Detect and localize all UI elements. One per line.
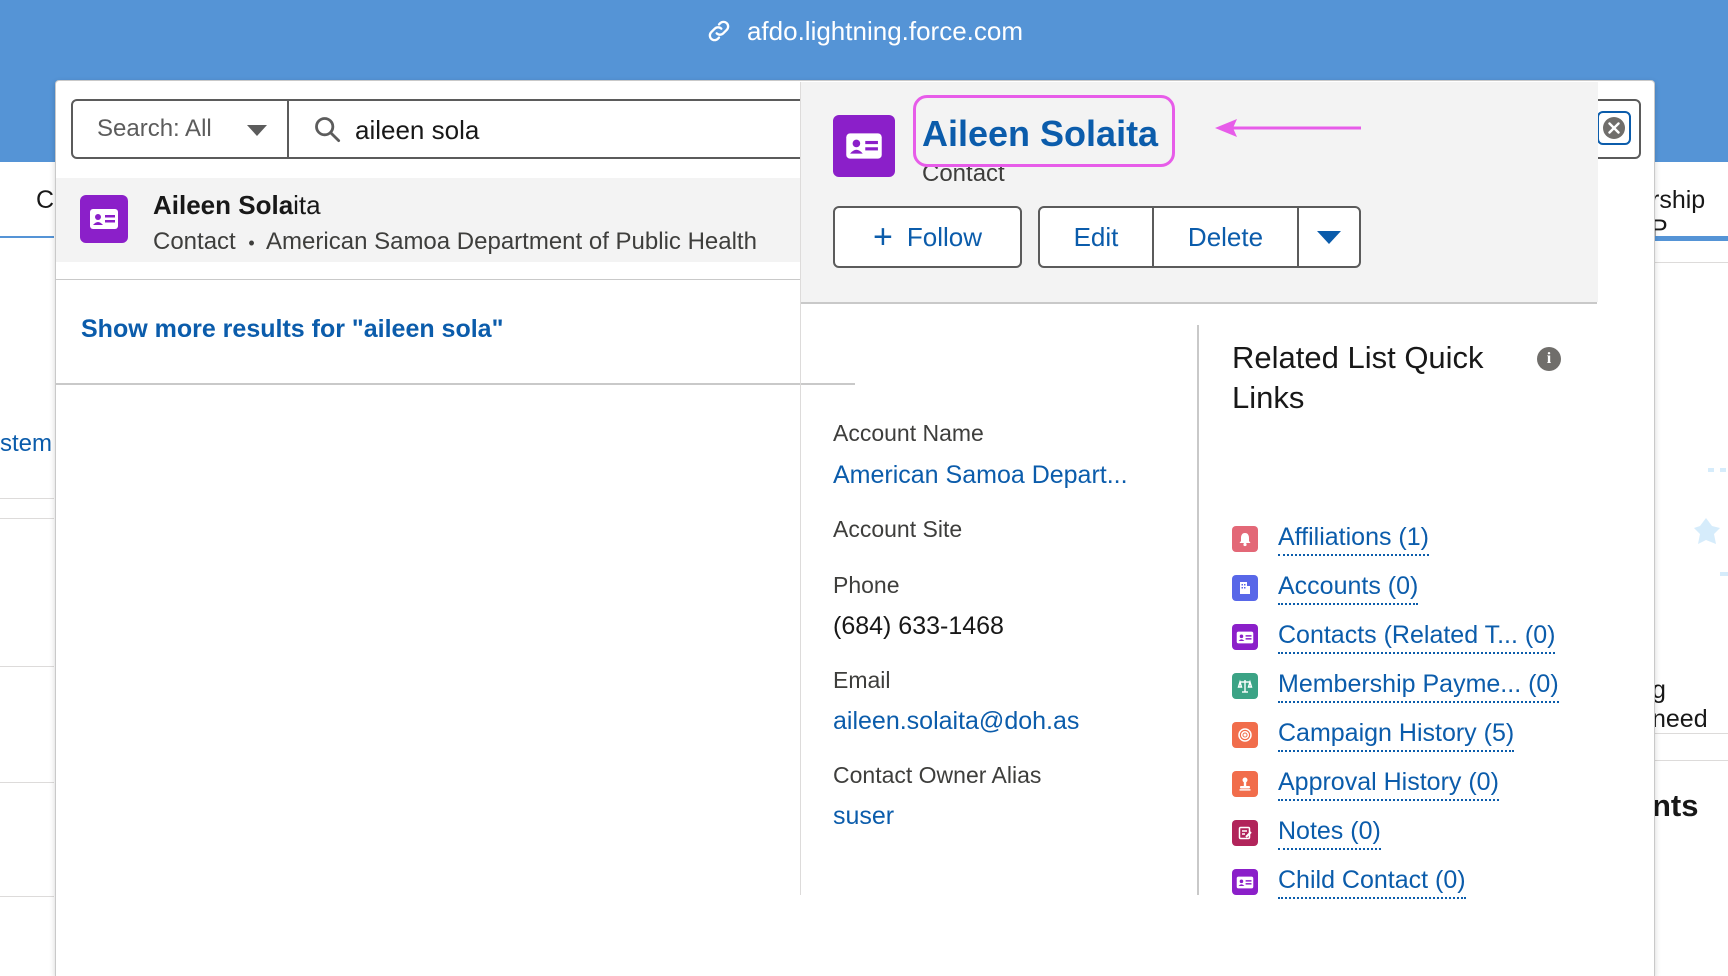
divider xyxy=(56,383,855,385)
result-type: Contact xyxy=(153,228,236,255)
contact-icon xyxy=(1232,624,1258,650)
related-link-contacts[interactable]: Contacts (Related T... (0) xyxy=(1232,619,1556,655)
building-icon xyxy=(1232,575,1258,601)
contact-icon xyxy=(1232,869,1258,895)
background-divider xyxy=(0,782,54,783)
phone-value: (684) 633-1468 xyxy=(833,612,1004,640)
info-icon[interactable]: i xyxy=(1537,347,1561,371)
related-link-accounts[interactable]: Accounts (0) xyxy=(1232,570,1419,606)
browser-url: afdo.lightning.force.com xyxy=(746,15,1024,46)
phone-label: Phone xyxy=(833,572,900,598)
background-link-fragment[interactable]: stem xyxy=(0,430,52,458)
related-link-child-contact[interactable]: Child Contact (0) xyxy=(1232,864,1466,900)
contact-icon xyxy=(80,195,128,243)
related-list-title: Related List Quick Links xyxy=(1232,340,1484,415)
result-name-match: Aileen Sola xyxy=(153,190,294,220)
related-link-label: Contacts (Related T... (0) xyxy=(1278,621,1556,654)
related-link-membership-payments[interactable]: Membership Payme... (0) xyxy=(1232,668,1559,704)
background-tab-underline xyxy=(1652,236,1728,241)
chevron-down-icon xyxy=(247,125,267,136)
chevron-down-icon xyxy=(1317,230,1341,244)
edit-button[interactable]: Edit xyxy=(1038,206,1154,268)
scales-icon xyxy=(1232,673,1258,699)
browser-url-bar[interactable]: afdo.lightning.force.com xyxy=(0,0,1728,62)
annotation-highlight-box xyxy=(913,95,1175,167)
background-divider xyxy=(0,896,54,897)
owner-alias-label: Contact Owner Alias xyxy=(833,762,1042,788)
related-link-campaign-history[interactable]: Campaign History (5) xyxy=(1232,717,1515,753)
close-icon xyxy=(1603,117,1625,139)
column-divider xyxy=(1197,325,1199,895)
show-more-results-link[interactable]: Show more results for "aileen sola" xyxy=(81,315,503,344)
result-name-rest: ita xyxy=(293,190,321,220)
target-icon xyxy=(1232,722,1258,748)
search-result-item[interactable]: Aileen Solaita Contact • American Samoa … xyxy=(56,178,855,262)
link-icon xyxy=(708,20,730,42)
illustration-decoration xyxy=(1694,468,1728,576)
related-link-label: Membership Payme... (0) xyxy=(1278,670,1559,703)
plus-icon: + xyxy=(873,218,893,256)
result-separator: • xyxy=(248,233,255,253)
related-link-label: Notes (0) xyxy=(1278,817,1381,850)
divider xyxy=(56,279,855,280)
related-link-label: Accounts (0) xyxy=(1278,572,1419,605)
search-icon xyxy=(315,117,341,143)
follow-button-label: Follow xyxy=(906,221,982,252)
background-heading-fragment: nts xyxy=(1652,788,1699,823)
related-link-notes[interactable]: Notes (0) xyxy=(1232,815,1381,851)
background-text-fragment: g need xyxy=(1652,676,1708,733)
background-divider xyxy=(1652,760,1728,761)
divider xyxy=(800,302,1597,304)
annotation-arrow-icon xyxy=(1215,119,1361,137)
background-tab-fragment: C xyxy=(36,186,55,214)
background-left-card xyxy=(0,238,54,499)
stamp-icon xyxy=(1232,771,1258,797)
search-scope-dropdown[interactable]: Search: All xyxy=(73,101,289,157)
clear-search-button[interactable] xyxy=(1597,111,1631,145)
result-subtitle: Contact • American Samoa Department of P… xyxy=(153,228,757,256)
background-divider xyxy=(0,518,54,519)
related-link-label: Approval History (0) xyxy=(1278,768,1499,801)
related-link-affiliations[interactable]: Affiliations (1) xyxy=(1232,521,1429,557)
note-icon xyxy=(1232,820,1258,846)
account-site-label: Account Site xyxy=(833,516,963,542)
follow-button[interactable]: + Follow xyxy=(833,206,1022,268)
account-name-link[interactable]: American Samoa Depart... xyxy=(833,461,1128,490)
search-scope-label: Search: All xyxy=(97,115,212,142)
related-link-label: Affiliations (1) xyxy=(1278,523,1429,556)
owner-alias-link[interactable]: suser xyxy=(833,802,894,831)
email-link[interactable]: aileen.solaita@doh.as xyxy=(833,707,1079,736)
account-name-label: Account Name xyxy=(833,420,984,446)
result-account: American Samoa Department of Public Heal… xyxy=(266,228,757,255)
delete-button[interactable]: Delete xyxy=(1152,206,1299,268)
related-link-label: Campaign History (5) xyxy=(1278,719,1515,752)
more-actions-button[interactable] xyxy=(1297,206,1361,268)
contact-icon xyxy=(833,115,895,177)
result-name: Aileen Solaita xyxy=(153,190,321,221)
email-label: Email xyxy=(833,667,891,693)
related-link-approval-history[interactable]: Approval History (0) xyxy=(1232,766,1499,802)
background-divider xyxy=(0,666,54,667)
preview-border xyxy=(800,302,801,895)
bell-icon xyxy=(1232,526,1258,552)
related-link-label: Child Contact (0) xyxy=(1278,866,1466,899)
